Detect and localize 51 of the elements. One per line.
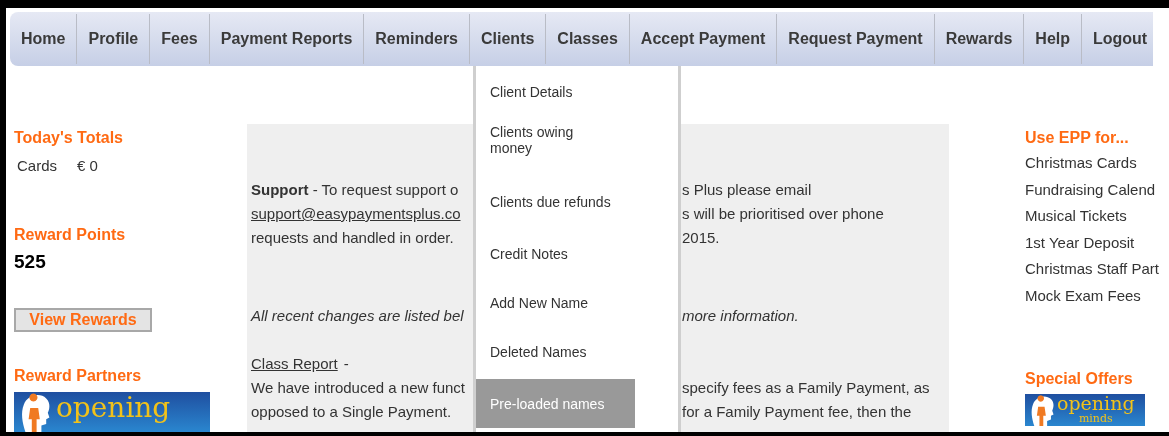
menu-item[interactable]: Clients due refunds	[476, 172, 635, 232]
notice-text: requests and handled in order.	[251, 228, 454, 248]
notice-text: specify fees as a Family Payment, as	[682, 378, 930, 398]
epp-item: Mock Exam Fees	[1025, 285, 1142, 306]
menu-item[interactable]: Deleted Names	[476, 330, 635, 379]
menu-item[interactable]: Clients owing money	[476, 116, 635, 172]
epp-item: Musical Tickets	[1025, 206, 1128, 226]
menu-item[interactable]: Add New Name	[476, 281, 635, 330]
totals-label: Cards	[17, 157, 57, 174]
nav-item[interactable]: Accept Payment	[629, 14, 778, 64]
section-title: Reward Partners	[14, 366, 143, 386]
nav-item[interactable]: Payment Reports	[209, 14, 365, 64]
nav-item[interactable]: Classes	[546, 14, 630, 64]
head-icon	[1029, 394, 1055, 426]
points-value: 525	[14, 251, 47, 273]
logo-text: opening	[56, 392, 171, 424]
nav-item[interactable]: Home	[10, 14, 78, 64]
epp-item: Christmas Cards	[1025, 153, 1138, 173]
notice-text: We have introduced a new funct	[251, 378, 466, 398]
logo-text: opening	[1057, 394, 1135, 413]
epp-item: Christmas Staff Part	[1025, 259, 1160, 279]
notice-text: 2015.	[682, 228, 720, 248]
notice-text: -	[343, 354, 349, 374]
notice-text: opposed to a Single Payment.	[251, 402, 452, 422]
text-link[interactable]: support@easypaymentsplus.co	[251, 202, 461, 226]
nav-item[interactable]: Help	[1024, 14, 1082, 64]
notice-text: All recent changes are listed bel	[251, 306, 464, 326]
nav-item[interactable]: Profile	[77, 14, 151, 64]
nav-item[interactable]: Reminders	[364, 14, 470, 64]
totals-value: € 0	[77, 157, 98, 174]
nav-item[interactable]: Rewards	[934, 14, 1025, 64]
section-title: Today's Totals	[14, 128, 124, 148]
menu-item[interactable]: Credit Notes	[476, 232, 635, 281]
logo-text: minds	[1078, 413, 1113, 424]
section-title: Use EPP for...	[1025, 128, 1130, 148]
offer-logo[interactable]: opening minds	[1025, 394, 1145, 426]
nav-item[interactable]: Fees	[150, 14, 210, 64]
notice-text: for a Family Payment fee, then the	[682, 402, 912, 422]
nav-item[interactable]: Logout	[1082, 14, 1159, 64]
notice-text: Support - To request support o	[251, 180, 459, 200]
notice-text: s Plus please email	[682, 180, 812, 200]
section-title: Special Offers	[1025, 369, 1134, 389]
nav-item[interactable]: Clients	[470, 14, 547, 64]
section-title: Reward Points	[14, 225, 127, 245]
epp-item: Fundraising Calend	[1025, 179, 1157, 200]
nav-item[interactable]: Request Payment	[777, 14, 935, 64]
notice-text: more information.	[682, 306, 799, 326]
epp-item: 1st Year Deposit	[1025, 232, 1136, 253]
menu-item[interactable]: Client Details	[476, 67, 635, 116]
notice-text: s will be prioritised over phone	[682, 204, 884, 224]
text-link[interactable]: Class Report	[251, 352, 338, 376]
